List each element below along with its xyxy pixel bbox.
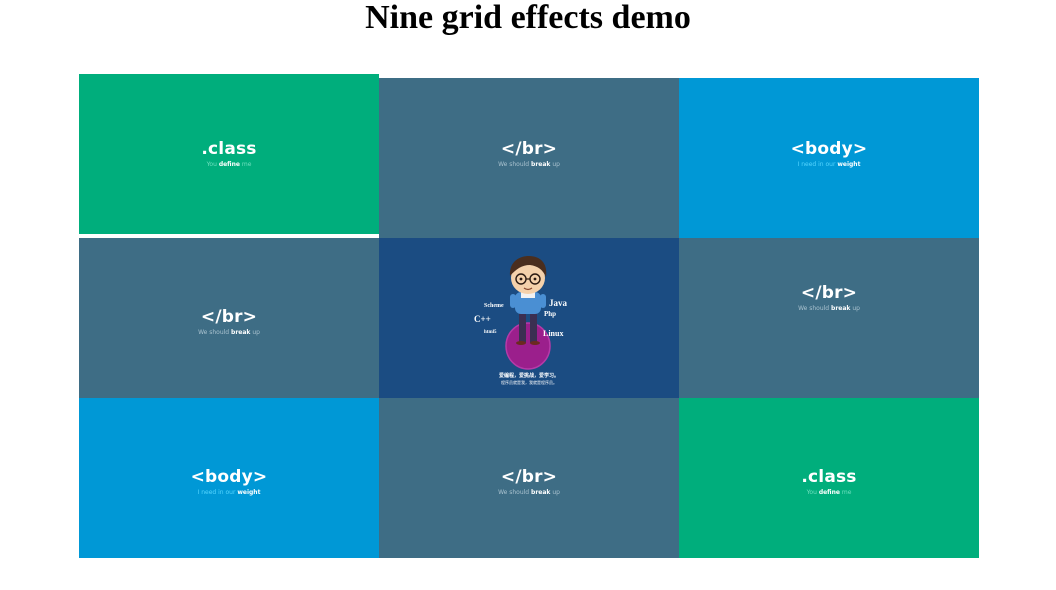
subtitle-text: up	[850, 305, 860, 312]
subtitle-emphasis: weight	[237, 489, 261, 496]
page-title: Nine grid effects demo	[365, 0, 691, 36]
lang-label-scheme: Scheme	[484, 303, 504, 309]
subtitle-emphasis: define	[818, 489, 840, 496]
subtitle-text: up	[550, 161, 560, 168]
tile-subtitle: I need in our weight	[198, 488, 261, 497]
tile-title: </br>	[200, 307, 258, 327]
subtitle-emphasis: break	[531, 489, 551, 496]
tile-title: </br>	[800, 283, 858, 303]
subtitle-text: I need in our	[197, 489, 238, 496]
grid-tile-br[interactable]: </br> We should break up	[379, 78, 679, 238]
subtitle-emphasis: break	[531, 161, 551, 168]
lang-label-linux: Linux	[543, 329, 564, 338]
tile-subtitle: We should break up	[798, 304, 860, 313]
lang-label-html5: html5	[484, 330, 497, 335]
subtitle-text: We should	[798, 305, 832, 312]
subtitle-text: me	[839, 489, 852, 496]
caption-line-2: 程序员就是我，我就是程序员。	[501, 380, 557, 385]
tile-title: .class	[201, 139, 257, 159]
subtitle-text: We should	[198, 329, 232, 336]
caption-line-1: 爱编程，爱挑战，爱学习。	[498, 373, 559, 379]
programmer-illustration: Scheme Java C++ Php html5 Linux 爱编程，爱挑战，…	[474, 248, 584, 388]
grid-tile-br[interactable]: </br> We should break up	[379, 398, 679, 558]
tile-subtitle: You define me	[807, 488, 852, 497]
tile-subtitle: You define me	[207, 160, 252, 169]
tile-title: </br>	[500, 467, 558, 487]
grid-tile-class[interactable]: .class You define me	[79, 74, 379, 234]
grid-tile-class[interactable]: .class You define me	[679, 398, 979, 558]
subtitle-text: up	[550, 489, 560, 496]
subtitle-text: up	[250, 329, 260, 336]
subtitle-text: You	[806, 489, 819, 496]
tile-title: <body>	[790, 139, 868, 159]
tile-title: <body>	[190, 467, 268, 487]
grid-tile-br[interactable]: </br> We should break up	[679, 238, 979, 398]
subtitle-text: I need in our	[797, 161, 838, 168]
grid-tile-body[interactable]: <body> I need in our weight	[79, 398, 379, 558]
tile-subtitle: We should break up	[498, 160, 560, 169]
tile-subtitle: We should break up	[198, 328, 260, 337]
tile-subtitle: I need in our weight	[798, 160, 861, 169]
subtitle-emphasis: weight	[837, 161, 861, 168]
grid-tile-body[interactable]: <body> I need in our weight	[679, 78, 979, 238]
grid-tile-br[interactable]: </br> We should break up	[79, 238, 379, 398]
subtitle-text: We should	[498, 161, 532, 168]
nine-grid: .class You define me </br> We should bre…	[79, 74, 979, 558]
subtitle-text: We should	[498, 489, 532, 496]
subtitle-emphasis: break	[231, 329, 251, 336]
lang-label-cpp: C++	[474, 314, 491, 324]
subtitle-text: You	[206, 161, 219, 168]
subtitle-text: me	[239, 161, 252, 168]
lang-label-java: Java	[549, 298, 567, 308]
grid-tile-center[interactable]: Scheme Java C++ Php html5 Linux 爱编程，爱挑战，…	[379, 238, 679, 398]
subtitle-emphasis: break	[831, 305, 851, 312]
tile-title: .class	[801, 467, 857, 487]
subtitle-emphasis: define	[218, 161, 240, 168]
tile-subtitle: We should break up	[498, 488, 560, 497]
tile-title: </br>	[500, 139, 558, 159]
lang-label-php: Php	[544, 310, 557, 318]
